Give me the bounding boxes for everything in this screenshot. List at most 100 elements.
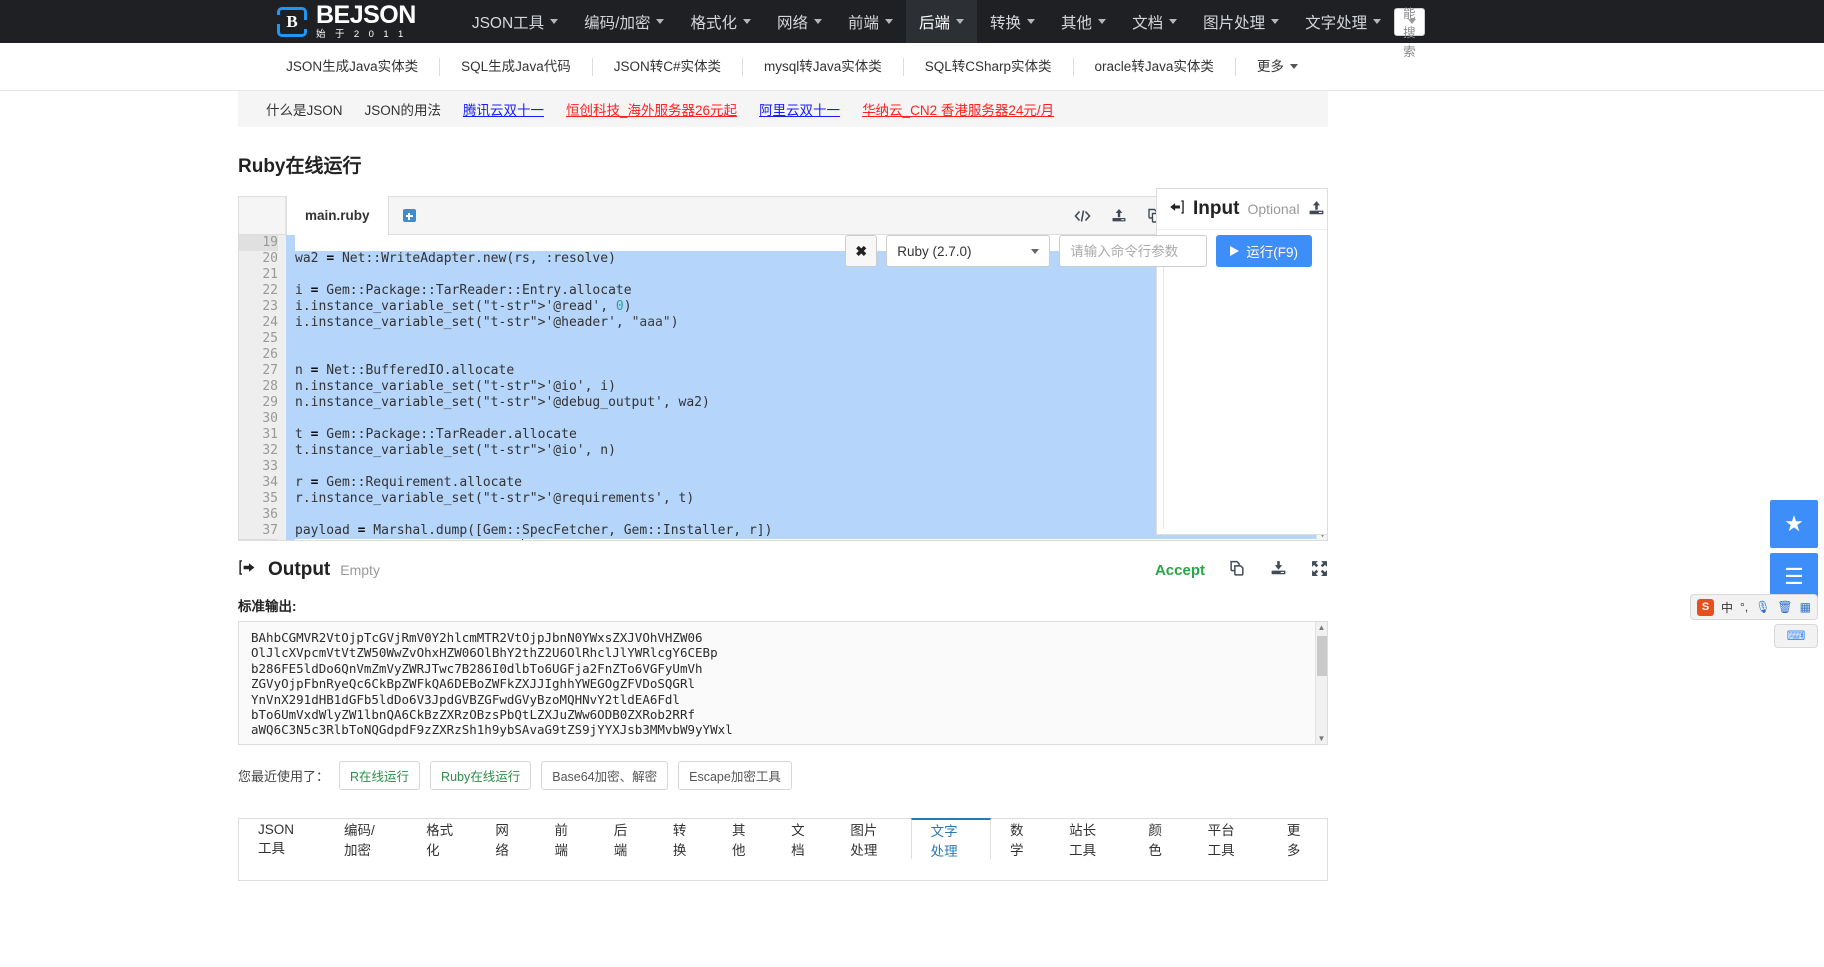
recent-chip-1[interactable]: Ruby在线运行 (430, 761, 532, 790)
bottom-tab-13[interactable]: 颜色 (1129, 819, 1188, 859)
recent-chip-0[interactable]: R在线运行 (339, 761, 421, 790)
stdout-output-box[interactable]: BAhbCGMVR2VtOjpTcGVjRmV0Y2hlcmMTR2VtOjpJ… (238, 621, 1328, 745)
accept-button[interactable]: Accept (1155, 562, 1205, 579)
sogou-ime-logo-icon[interactable]: S (1697, 598, 1715, 616)
top-nav-item-6[interactable]: 转换 (977, 0, 1048, 43)
line-number: 38 (239, 539, 278, 540)
run-button[interactable]: 运行(F9) (1216, 235, 1312, 267)
promo-link-0[interactable]: 什么是JSON (255, 99, 354, 119)
bottom-tab-7[interactable]: 其他 (713, 819, 772, 859)
top-nav-item-3[interactable]: 网络 (764, 0, 835, 43)
floating-action-buttons: ★ ☰ (1770, 500, 1818, 601)
function-search-placeholder: 功能搜索 (1403, 0, 1416, 59)
sub-nav-link-3[interactable]: mysql转Java实体类 (743, 57, 904, 76)
ime-keyboard-panel[interactable]: ⌨ (1774, 624, 1818, 648)
bottom-tab-3[interactable]: 网络 (476, 819, 535, 859)
add-tab-icon[interactable] (402, 209, 416, 222)
download-icon[interactable] (1270, 560, 1287, 580)
top-nav-item-0[interactable]: JSON工具 (459, 0, 571, 43)
promo-links-bar: 什么是JSON JSON的用法 腾讯云双十一 恒创科技_海外服务器26元起 阿里云双十一… (238, 91, 1328, 127)
upload-icon[interactable] (1308, 200, 1325, 219)
chevron-down-icon (885, 19, 894, 24)
file-tab-main-ruby[interactable]: main.ruby (286, 196, 389, 235)
recent-chip-3[interactable]: Escape加密工具 (678, 761, 792, 790)
stdout-vertical-scrollbar[interactable]: ▲ ▼ (1315, 622, 1327, 744)
ime-punctuation-label[interactable]: °, (1740, 600, 1748, 614)
recent-chip-2[interactable]: Base64加密、解密 (541, 761, 669, 790)
language-version-select[interactable]: Ruby (2.7.0) (886, 235, 1051, 267)
command-args-input[interactable] (1059, 235, 1208, 267)
promo-link-4[interactable]: 阿里云双十一 (748, 99, 851, 119)
bottom-tab-14[interactable]: 平台工具 (1189, 819, 1268, 859)
bottom-tab-6[interactable]: 转换 (654, 819, 713, 859)
promo-link-5[interactable]: 华纳云_CN2 香港服务器24元/月 (851, 99, 1065, 119)
function-search-select[interactable]: 功能搜索 (1394, 0, 1425, 59)
brand-logo-group[interactable]: B BEJSON 始 于 2 0 1 1 (277, 3, 416, 40)
bottom-tab-10[interactable]: 文字处理 (910, 818, 991, 859)
promo-link-3[interactable]: 恒创科技_海外服务器26元起 (555, 99, 748, 119)
sub-nav-link-2[interactable]: JSON转C#实体类 (593, 57, 743, 76)
line-number: 23 (262, 299, 278, 314)
chevron-down-icon (1027, 19, 1036, 24)
top-nav-item-7[interactable]: 其他 (1048, 0, 1119, 43)
top-nav-item-5[interactable]: 后端 (906, 0, 978, 43)
stdout-scroll-thumb[interactable] (1317, 636, 1327, 676)
top-nav-item-label: 格式化 (690, 14, 737, 32)
copy-icon[interactable] (1229, 560, 1246, 581)
upload-icon[interactable] (1111, 208, 1127, 223)
chevron-down-icon (814, 19, 822, 24)
top-nav-item-label: 文档 (1132, 14, 1164, 32)
clear-editor-button[interactable]: ✖ (845, 235, 878, 267)
ime-mode-label[interactable]: 中 (1721, 599, 1733, 616)
bottom-tab-0[interactable]: JSON工具 (239, 819, 325, 859)
top-nav-item-2[interactable]: 格式化 (677, 0, 764, 43)
input-textarea[interactable] (1157, 229, 1327, 534)
bottom-tab-1[interactable]: 编码/加密 (325, 819, 407, 859)
scroll-up-arrow-icon[interactable]: ▲ (1317, 623, 1326, 632)
top-nav-item-9[interactable]: 图片处理 (1190, 0, 1292, 43)
chevron-down-icon (1373, 19, 1382, 24)
top-nav-item-10[interactable]: 文字处理 (1292, 0, 1394, 43)
sub-nav-link-4[interactable]: SQL转CSharp实体类 (904, 57, 1074, 76)
chevron-down-icon (1169, 19, 1178, 24)
sub-nav-link-1[interactable]: SQL生成Java代码 (440, 57, 593, 76)
line-number: 35 (262, 491, 278, 506)
code-brackets-icon[interactable] (1074, 209, 1091, 223)
line-number: 26 (262, 347, 278, 362)
sub-nav-more[interactable]: 更多 (1236, 58, 1319, 76)
promo-link-2[interactable]: 腾讯云双十一 (452, 99, 555, 119)
line-number: 31 (262, 427, 278, 442)
line-number: 27 (262, 363, 278, 378)
bottom-tab-panel (238, 859, 1328, 881)
fullscreen-icon[interactable] (1311, 560, 1328, 581)
bottom-tab-2[interactable]: 格式化 (407, 819, 476, 859)
output-header: Output Empty Accept (238, 541, 1328, 595)
sub-nav-link-5[interactable]: oracle转Java实体类 (1074, 57, 1236, 76)
run-controls-bar: ✖ Ruby (2.7.0) 运行(F9) (845, 235, 1312, 267)
line-number: 20 (262, 251, 278, 266)
bottom-tab-12[interactable]: 站长工具 (1050, 819, 1129, 859)
bottom-tab-4[interactable]: 前端 (536, 819, 595, 859)
bottom-tab-8[interactable]: 文档 (772, 819, 831, 859)
line-number: 33 (262, 459, 278, 474)
mic-icon[interactable]: 🎙 (1755, 600, 1770, 614)
bottom-tab-5[interactable]: 后端 (595, 819, 654, 859)
bottom-tab-9[interactable]: 图片处理 (831, 819, 910, 859)
promo-link-1[interactable]: JSON的用法 (354, 99, 453, 119)
bottom-tab-15[interactable]: 更多 (1268, 819, 1327, 859)
chevron-down-icon (956, 19, 965, 24)
scroll-down-arrow-icon[interactable]: ▼ (1317, 734, 1326, 743)
trash-icon[interactable]: 🗑 (1777, 600, 1792, 614)
language-version-value: Ruby (2.7.0) (897, 243, 972, 259)
bottom-tab-11[interactable]: 数学 (991, 819, 1050, 859)
run-button-label: 运行(F9) (1246, 245, 1298, 260)
top-nav-item-4[interactable]: 前端 (835, 0, 906, 43)
favorite-star-button[interactable]: ★ (1770, 500, 1818, 548)
line-number: 19 (239, 235, 278, 251)
top-nav-item-8[interactable]: 文档 (1119, 0, 1190, 43)
sub-nav-more-label: 更多 (1256, 58, 1284, 74)
grid-icon[interactable]: ▦ (1800, 600, 1811, 614)
input-optional-label: Optional (1247, 201, 1300, 217)
top-nav-item-1[interactable]: 编码/加密 (571, 0, 677, 43)
sub-nav-link-0[interactable]: JSON生成Java实体类 (265, 57, 441, 76)
